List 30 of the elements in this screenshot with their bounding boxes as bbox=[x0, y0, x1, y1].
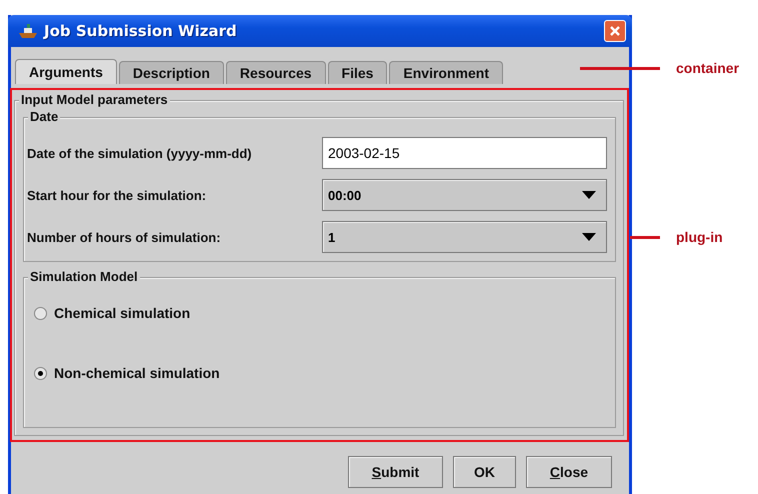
group-title: Date bbox=[28, 109, 60, 124]
dropdown[interactable]: 1 bbox=[322, 221, 607, 253]
field-label: Number of hours of simulation: bbox=[27, 230, 221, 244]
window-title: Job Submission Wizard bbox=[44, 22, 238, 40]
radio-button[interactable] bbox=[34, 306, 47, 320]
group-title: Input Model parameters bbox=[19, 92, 170, 107]
tab[interactable]: Files bbox=[328, 61, 388, 84]
tab[interactable]: Resources bbox=[226, 61, 326, 84]
field-label: Start hour for the simulation: bbox=[27, 188, 206, 202]
annotation-label: plug-in bbox=[676, 229, 723, 245]
dropdown-arrow-icon bbox=[582, 191, 596, 199]
ship-icon bbox=[18, 23, 38, 39]
annotation-label: container bbox=[676, 60, 740, 76]
close-button[interactable] bbox=[604, 20, 626, 42]
tab[interactable]: Arguments bbox=[15, 59, 117, 84]
tab[interactable]: Description bbox=[118, 61, 224, 84]
radio-button[interactable] bbox=[34, 366, 47, 380]
group-title: Simulation Model bbox=[28, 269, 140, 284]
date-field[interactable]: 2003-02-15 bbox=[322, 137, 607, 169]
dialog-button[interactable]: Submit bbox=[348, 456, 443, 488]
radio-label: Non-chemical simulation bbox=[54, 365, 220, 381]
close-icon bbox=[609, 25, 621, 37]
radio-label: Chemical simulation bbox=[54, 305, 190, 321]
field-label: Date of the simulation (yyyy-mm-dd) bbox=[27, 146, 252, 160]
dialog-button[interactable]: Close bbox=[526, 456, 612, 488]
dropdown-arrow-icon bbox=[582, 233, 596, 241]
dropdown[interactable]: 00:00 bbox=[322, 179, 607, 211]
leader-line bbox=[630, 236, 660, 238]
dialog-button[interactable]: OK bbox=[453, 456, 516, 488]
tab[interactable]: Environment bbox=[389, 61, 503, 84]
